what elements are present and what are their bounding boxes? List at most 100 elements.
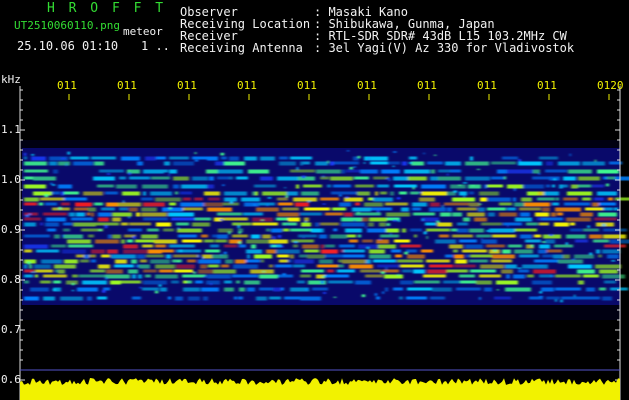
- noise-speck: [71, 283, 75, 286]
- signal-streak: [33, 176, 56, 181]
- signal-streak: [414, 280, 440, 284]
- signal-streak: [491, 176, 504, 180]
- signal-streak: [87, 296, 92, 301]
- signal-streak: [524, 202, 550, 207]
- signal-streak: [60, 296, 83, 301]
- noise-speck: [396, 197, 401, 200]
- signal-streak: [24, 296, 39, 301]
- signal-streak: [54, 264, 76, 269]
- signal-streak: [337, 269, 355, 273]
- signal-streak: [421, 191, 447, 196]
- signal-streak: [206, 280, 220, 285]
- signal-streak: [207, 274, 231, 279]
- signal-streak: [88, 234, 94, 238]
- signal-streak: [537, 217, 541, 221]
- signal-streak: [365, 274, 383, 278]
- signal-streak: [430, 176, 438, 181]
- noise-speck: [61, 157, 66, 160]
- signal-streak: [46, 217, 66, 222]
- signal-streak: [393, 287, 403, 291]
- signal-streak: [221, 264, 229, 268]
- noise-speck: [453, 190, 458, 193]
- signal-streak: [76, 254, 84, 258]
- signal-streak: [239, 287, 245, 292]
- signal-streak: [608, 197, 613, 201]
- noise-speck: [280, 245, 284, 248]
- noise-speck: [374, 293, 378, 296]
- signal-streak: [340, 249, 343, 253]
- signal-streak: [155, 264, 175, 269]
- signal-streak: [412, 202, 427, 207]
- noise-speck: [422, 218, 424, 221]
- signal-streak: [325, 244, 335, 248]
- signal-streak: [414, 234, 417, 238]
- signal-streak: [400, 264, 424, 268]
- signal-streak: [178, 234, 197, 238]
- signal-streak: [207, 184, 214, 189]
- signal-streak: [505, 287, 531, 292]
- signal-streak: [98, 264, 110, 269]
- signal-streak: [131, 259, 137, 264]
- signal-streak: [492, 254, 515, 259]
- signal-streak: [564, 202, 590, 206]
- signal-streak: [24, 249, 32, 253]
- signal-streak: [43, 274, 67, 278]
- noise-speck: [517, 267, 522, 269]
- noise-speck: [476, 168, 481, 170]
- signal-streak: [128, 269, 138, 274]
- signal-streak: [238, 296, 243, 300]
- signal-streak: [364, 202, 383, 207]
- signal-streak: [47, 228, 56, 232]
- signal-streak: [474, 217, 487, 222]
- signal-streak: [255, 191, 258, 196]
- signal-streak: [327, 184, 331, 188]
- signal-streak: [234, 296, 237, 300]
- signal-streak: [502, 156, 518, 160]
- noise-speck: [390, 233, 392, 236]
- time-tick-label: 011: [237, 79, 257, 92]
- signal-streak: [116, 184, 137, 189]
- signal-streak: [132, 296, 141, 300]
- signal-streak: [349, 264, 373, 269]
- signal-streak: [63, 234, 83, 239]
- signal-streak: [343, 254, 365, 258]
- signal-streak: [539, 244, 550, 249]
- signal-streak: [514, 249, 533, 254]
- signal-streak: [300, 212, 322, 216]
- signal-streak: [542, 254, 553, 258]
- signal-streak: [143, 217, 168, 221]
- noise-speck: [493, 249, 497, 252]
- noise-speck: [25, 214, 29, 217]
- signal-streak: [139, 264, 150, 269]
- signal-streak: [506, 274, 510, 279]
- signal-streak: [290, 228, 311, 232]
- signal-streak: [261, 259, 264, 263]
- time-tick-label: 011: [57, 79, 77, 92]
- signal-streak: [577, 296, 600, 300]
- time-tick-label: 011: [537, 79, 557, 92]
- signal-streak: [429, 264, 453, 268]
- signal-streak: [412, 207, 421, 211]
- signal-streak: [192, 222, 210, 227]
- signal-streak: [502, 249, 511, 254]
- noise-speck: [518, 159, 521, 162]
- signal-streak: [72, 274, 78, 278]
- signal-streak: [254, 184, 276, 188]
- signal-streak: [539, 156, 558, 160]
- signal-streak: [212, 234, 217, 238]
- signal-streak: [592, 202, 599, 207]
- noise-speck: [238, 231, 241, 234]
- signal-streak: [24, 234, 50, 238]
- noise-speck: [442, 205, 444, 208]
- signal-streak: [452, 212, 462, 217]
- signal-streak: [568, 264, 592, 269]
- signal-streak: [384, 274, 403, 279]
- noise-speck: [52, 288, 57, 291]
- signal-streak: [162, 207, 183, 212]
- signal-streak: [180, 202, 204, 207]
- signal-streak: [252, 191, 255, 196]
- noise-speck: [201, 257, 204, 260]
- signal-streak: [293, 264, 305, 268]
- signal-streak: [262, 234, 271, 239]
- noise-speck: [574, 294, 576, 297]
